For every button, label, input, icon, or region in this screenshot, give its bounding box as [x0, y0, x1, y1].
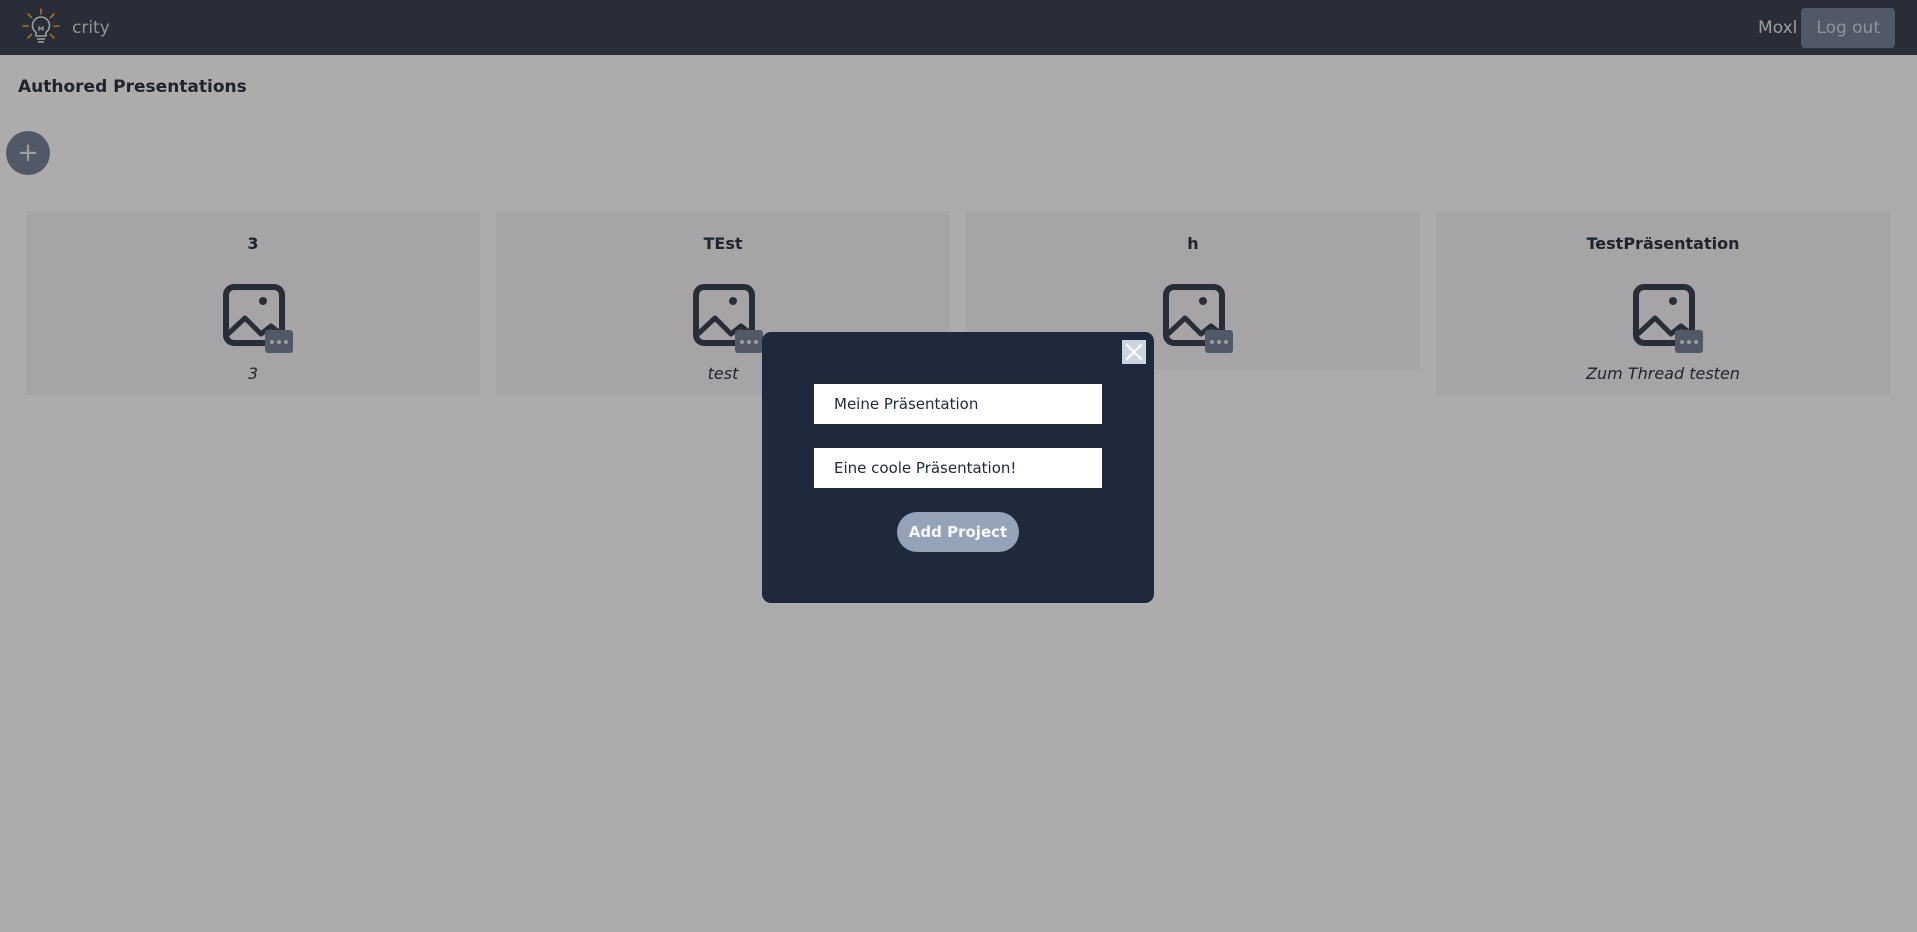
project-title-input[interactable]	[814, 384, 1102, 424]
add-project-button[interactable]: Add Project	[897, 512, 1019, 552]
project-description-input[interactable]	[814, 448, 1102, 488]
add-project-modal: Add Project	[762, 332, 1154, 603]
close-icon[interactable]	[1122, 340, 1146, 364]
